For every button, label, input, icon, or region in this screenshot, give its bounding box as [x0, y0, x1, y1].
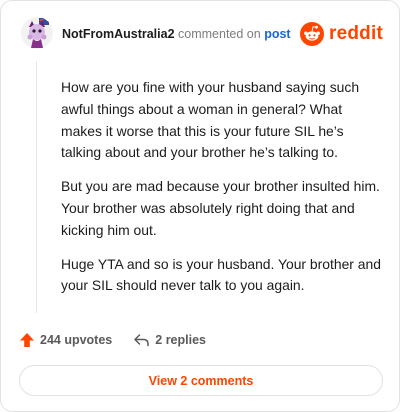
avatar[interactable]: [21, 17, 53, 49]
comment-header: NotFromAustralia2 commented on post redd…: [21, 17, 383, 53]
comment-card: NotFromAustralia2 commented on post redd…: [0, 0, 400, 412]
comment-actions: 244 upvotes 2 replies: [19, 331, 206, 349]
comment-paragraph: But you are mad because your brother ins…: [61, 178, 380, 238]
thread-line: [36, 61, 37, 313]
reply-arrow-icon: [134, 334, 150, 347]
replies-button[interactable]: 2 replies: [133, 332, 206, 348]
comment-paragraph: Huge YTA and so is your husband. Your br…: [61, 255, 381, 294]
upvote-button[interactable]: 244 upvotes: [19, 332, 112, 348]
post-link[interactable]: post: [264, 27, 290, 41]
replies-count: 2 replies: [155, 333, 206, 347]
view-comments-button[interactable]: View 2 comments: [19, 365, 383, 396]
comment-paragraph: How are you fine with your husband sayin…: [61, 79, 360, 161]
commented-on-text: commented on: [178, 27, 261, 41]
reddit-wordmark: reddit: [329, 23, 383, 44]
reddit-logo-icon: [300, 22, 325, 46]
byline: NotFromAustralia2 commented on post: [62, 26, 291, 42]
username-link[interactable]: NotFromAustralia2: [62, 27, 175, 41]
reddit-logo[interactable]: reddit: [300, 21, 383, 47]
upvote-count: 244 upvotes: [40, 333, 113, 347]
comment-body: How are you fine with your husband sayin…: [61, 77, 381, 309]
snoo-avatar-icon: [21, 17, 53, 49]
upvote-arrow-icon: [20, 333, 34, 347]
